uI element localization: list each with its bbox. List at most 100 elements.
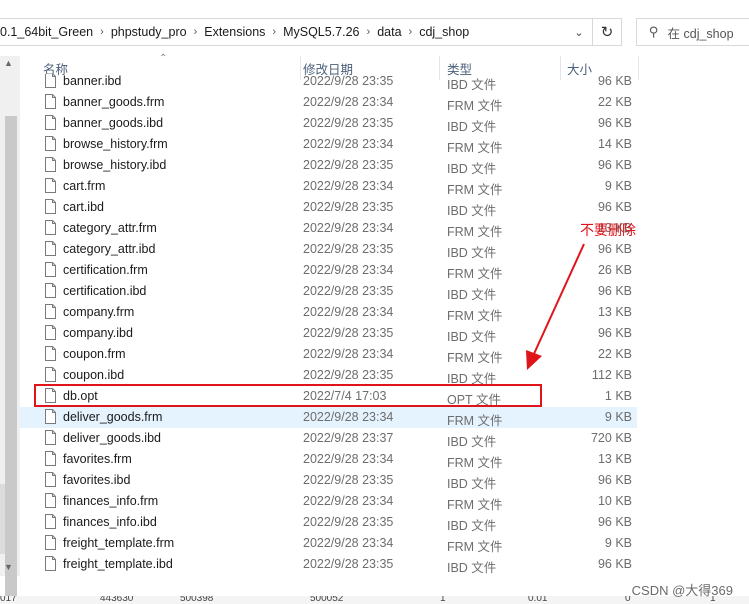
file-date: 2022/9/28 23:34 <box>303 137 394 151</box>
breadcrumb-item[interactable]: cdj_shop <box>413 25 475 39</box>
bottom-value: 1 <box>440 596 446 604</box>
file-row[interactable]: certification.frm 2022/9/28 23:34 FRM 文件 26… <box>20 260 637 281</box>
breadcrumb-item[interactable]: MySQL5.7.26 <box>277 25 365 39</box>
file-size: 10 KB <box>597 494 632 508</box>
breadcrumb-item[interactable]: Extensions <box>198 25 271 39</box>
file-type: FRM 文件 <box>447 141 503 155</box>
file-row[interactable]: browse_history.frm 2022/9/28 23:34 FRM 文件 1… <box>20 134 637 155</box>
file-name: cart.frm <box>63 179 106 193</box>
scroll-up-icon[interactable]: ▲ <box>4 58 13 68</box>
file-row[interactable]: banner.ibd 2022/9/28 23:35 IBD 文件 96 KB <box>20 74 637 92</box>
file-row[interactable]: finances_info.frm 2022/9/28 23:34 FRM 文件 10… <box>20 491 637 512</box>
file-row[interactable]: category_attr.frm 2022/9/28 23:34 FRM 文件 13… <box>20 218 637 239</box>
breadcrumb-item[interactable]: data <box>371 25 407 39</box>
refresh-icon: ↻ <box>600 24 614 41</box>
file-icon <box>45 325 56 340</box>
file-type: IBD 文件 <box>447 246 497 260</box>
file-type: IBD 文件 <box>447 561 497 575</box>
file-icon <box>45 136 56 151</box>
file-size: 13 KB <box>597 452 632 466</box>
bottom-value: 443630 <box>100 596 134 604</box>
file-name: certification.frm <box>63 263 148 277</box>
file-row[interactable]: cart.ibd 2022/9/28 23:35 IBD 文件 96 KB <box>20 197 637 218</box>
file-row[interactable]: cart.frm 2022/9/28 23:34 FRM 文件 9 KB <box>20 176 637 197</box>
breadcrumb[interactable]: 0.1_64bit_Green › phpstudy_pro › Extensions ›… <box>0 18 593 46</box>
file-type: FRM 文件 <box>447 99 503 113</box>
file-row[interactable]: coupon.frm 2022/9/28 23:34 FRM 文件 22 KB <box>20 344 637 365</box>
file-size: 1 KB <box>604 389 632 403</box>
file-type: IBD 文件 <box>447 120 497 134</box>
vertical-scrollbar[interactable]: ▲ ▼ <box>0 56 20 604</box>
file-type: IBD 文件 <box>447 519 497 533</box>
file-name: freight_template.frm <box>63 536 175 550</box>
file-size: 9 KB <box>604 410 632 424</box>
file-date: 2022/9/28 23:35 <box>303 116 394 130</box>
breadcrumb-item[interactable]: 0.1_64bit_Green <box>0 25 99 39</box>
file-size: 96 KB <box>597 326 632 340</box>
bottom-value: 500052 <box>310 596 344 604</box>
bottom-value: 0.01 <box>528 596 548 604</box>
file-date: 2022/9/28 23:35 <box>303 473 394 487</box>
file-name: company.frm <box>63 305 135 319</box>
file-name: banner_goods.frm <box>63 95 165 109</box>
file-row[interactable]: certification.ibd 2022/9/28 23:35 IBD 文件 96… <box>20 281 637 302</box>
file-icon <box>45 304 56 319</box>
file-size: 22 KB <box>597 347 632 361</box>
file-icon <box>45 220 56 235</box>
file-type: FRM 文件 <box>447 414 503 428</box>
scrollbar-thumb[interactable] <box>5 116 17 604</box>
refresh-button[interactable]: ↻ <box>593 18 622 46</box>
bottom-value: 0 <box>625 596 631 604</box>
file-row[interactable]: favorites.frm 2022/9/28 23:34 FRM 文件 13 KB <box>20 449 637 470</box>
file-icon <box>45 115 56 130</box>
file-icon <box>45 472 56 487</box>
file-type: FRM 文件 <box>447 540 503 554</box>
file-date: 2022/9/28 23:34 <box>303 221 394 235</box>
file-type: FRM 文件 <box>447 498 503 512</box>
file-row[interactable]: banner_goods.ibd 2022/9/28 23:35 IBD 文件 96 … <box>20 113 637 134</box>
file-icon <box>45 283 56 298</box>
file-row[interactable]: coupon.ibd 2022/9/28 23:35 IBD 文件 112 KB <box>20 365 637 386</box>
file-row[interactable]: banner_goods.frm 2022/9/28 23:34 FRM 文件 22 … <box>20 92 637 113</box>
file-date: 2022/9/28 23:35 <box>303 284 394 298</box>
file-date: 2022/9/28 23:34 <box>303 536 394 550</box>
breadcrumb-item[interactable]: phpstudy_pro <box>105 25 193 39</box>
file-type: FRM 文件 <box>447 309 503 323</box>
file-type: IBD 文件 <box>447 204 497 218</box>
file-icon <box>45 346 56 361</box>
file-name: favorites.frm <box>63 452 132 466</box>
file-date: 2022/9/28 23:34 <box>303 95 394 109</box>
highlight-box <box>34 384 542 407</box>
file-type: FRM 文件 <box>447 351 503 365</box>
file-date: 2022/9/28 23:35 <box>303 326 394 340</box>
file-row[interactable]: favorites.ibd 2022/9/28 23:35 IBD 文件 96 KB <box>20 470 637 491</box>
file-row[interactable]: category_attr.ibd 2022/9/28 23:35 IBD 文件 96… <box>20 239 637 260</box>
file-row[interactable]: deliver_goods.ibd 2022/9/28 23:37 IBD 文件 72… <box>20 428 637 449</box>
chevron-down-icon[interactable]: ⌄ <box>566 19 592 45</box>
file-name: coupon.frm <box>63 347 126 361</box>
file-row[interactable]: browse_history.ibd 2022/9/28 23:35 IBD 文件 9… <box>20 155 637 176</box>
file-date: 2022/9/28 23:35 <box>303 557 394 571</box>
file-row[interactable]: freight_template.ibd 2022/9/28 23:35 IBD 文… <box>20 554 637 575</box>
file-row[interactable]: freight_template.frm 2022/9/28 23:34 FRM 文… <box>20 533 637 554</box>
file-name: finances_info.frm <box>63 494 159 508</box>
file-name: freight_template.ibd <box>63 557 173 571</box>
file-icon <box>45 157 56 172</box>
file-row[interactable]: company.ibd 2022/9/28 23:35 IBD 文件 96 KB <box>20 323 637 344</box>
file-row[interactable]: company.frm 2022/9/28 23:34 FRM 文件 13 KB <box>20 302 637 323</box>
search-input[interactable]: ⚲ 在 cdj_shop <box>636 18 749 46</box>
file-size: 13 KB <box>597 305 632 319</box>
scroll-down-icon[interactable]: ▼ <box>4 562 13 572</box>
file-name: category_attr.ibd <box>63 242 156 256</box>
file-row[interactable]: deliver_goods.frm 2022/9/28 23:34 FRM 文件 9 … <box>20 407 637 428</box>
file-type: FRM 文件 <box>447 456 503 470</box>
file-icon <box>45 451 56 466</box>
watermark: CSDN @大得369 <box>631 583 733 598</box>
file-size: 96 KB <box>597 116 632 130</box>
file-size: 22 KB <box>597 95 632 109</box>
file-date: 2022/9/28 23:34 <box>303 452 394 466</box>
search-icon: ⚲ <box>649 24 659 39</box>
file-size: 26 KB <box>597 263 632 277</box>
file-icon <box>45 493 56 508</box>
file-row[interactable]: finances_info.ibd 2022/9/28 23:35 IBD 文件 96… <box>20 512 637 533</box>
